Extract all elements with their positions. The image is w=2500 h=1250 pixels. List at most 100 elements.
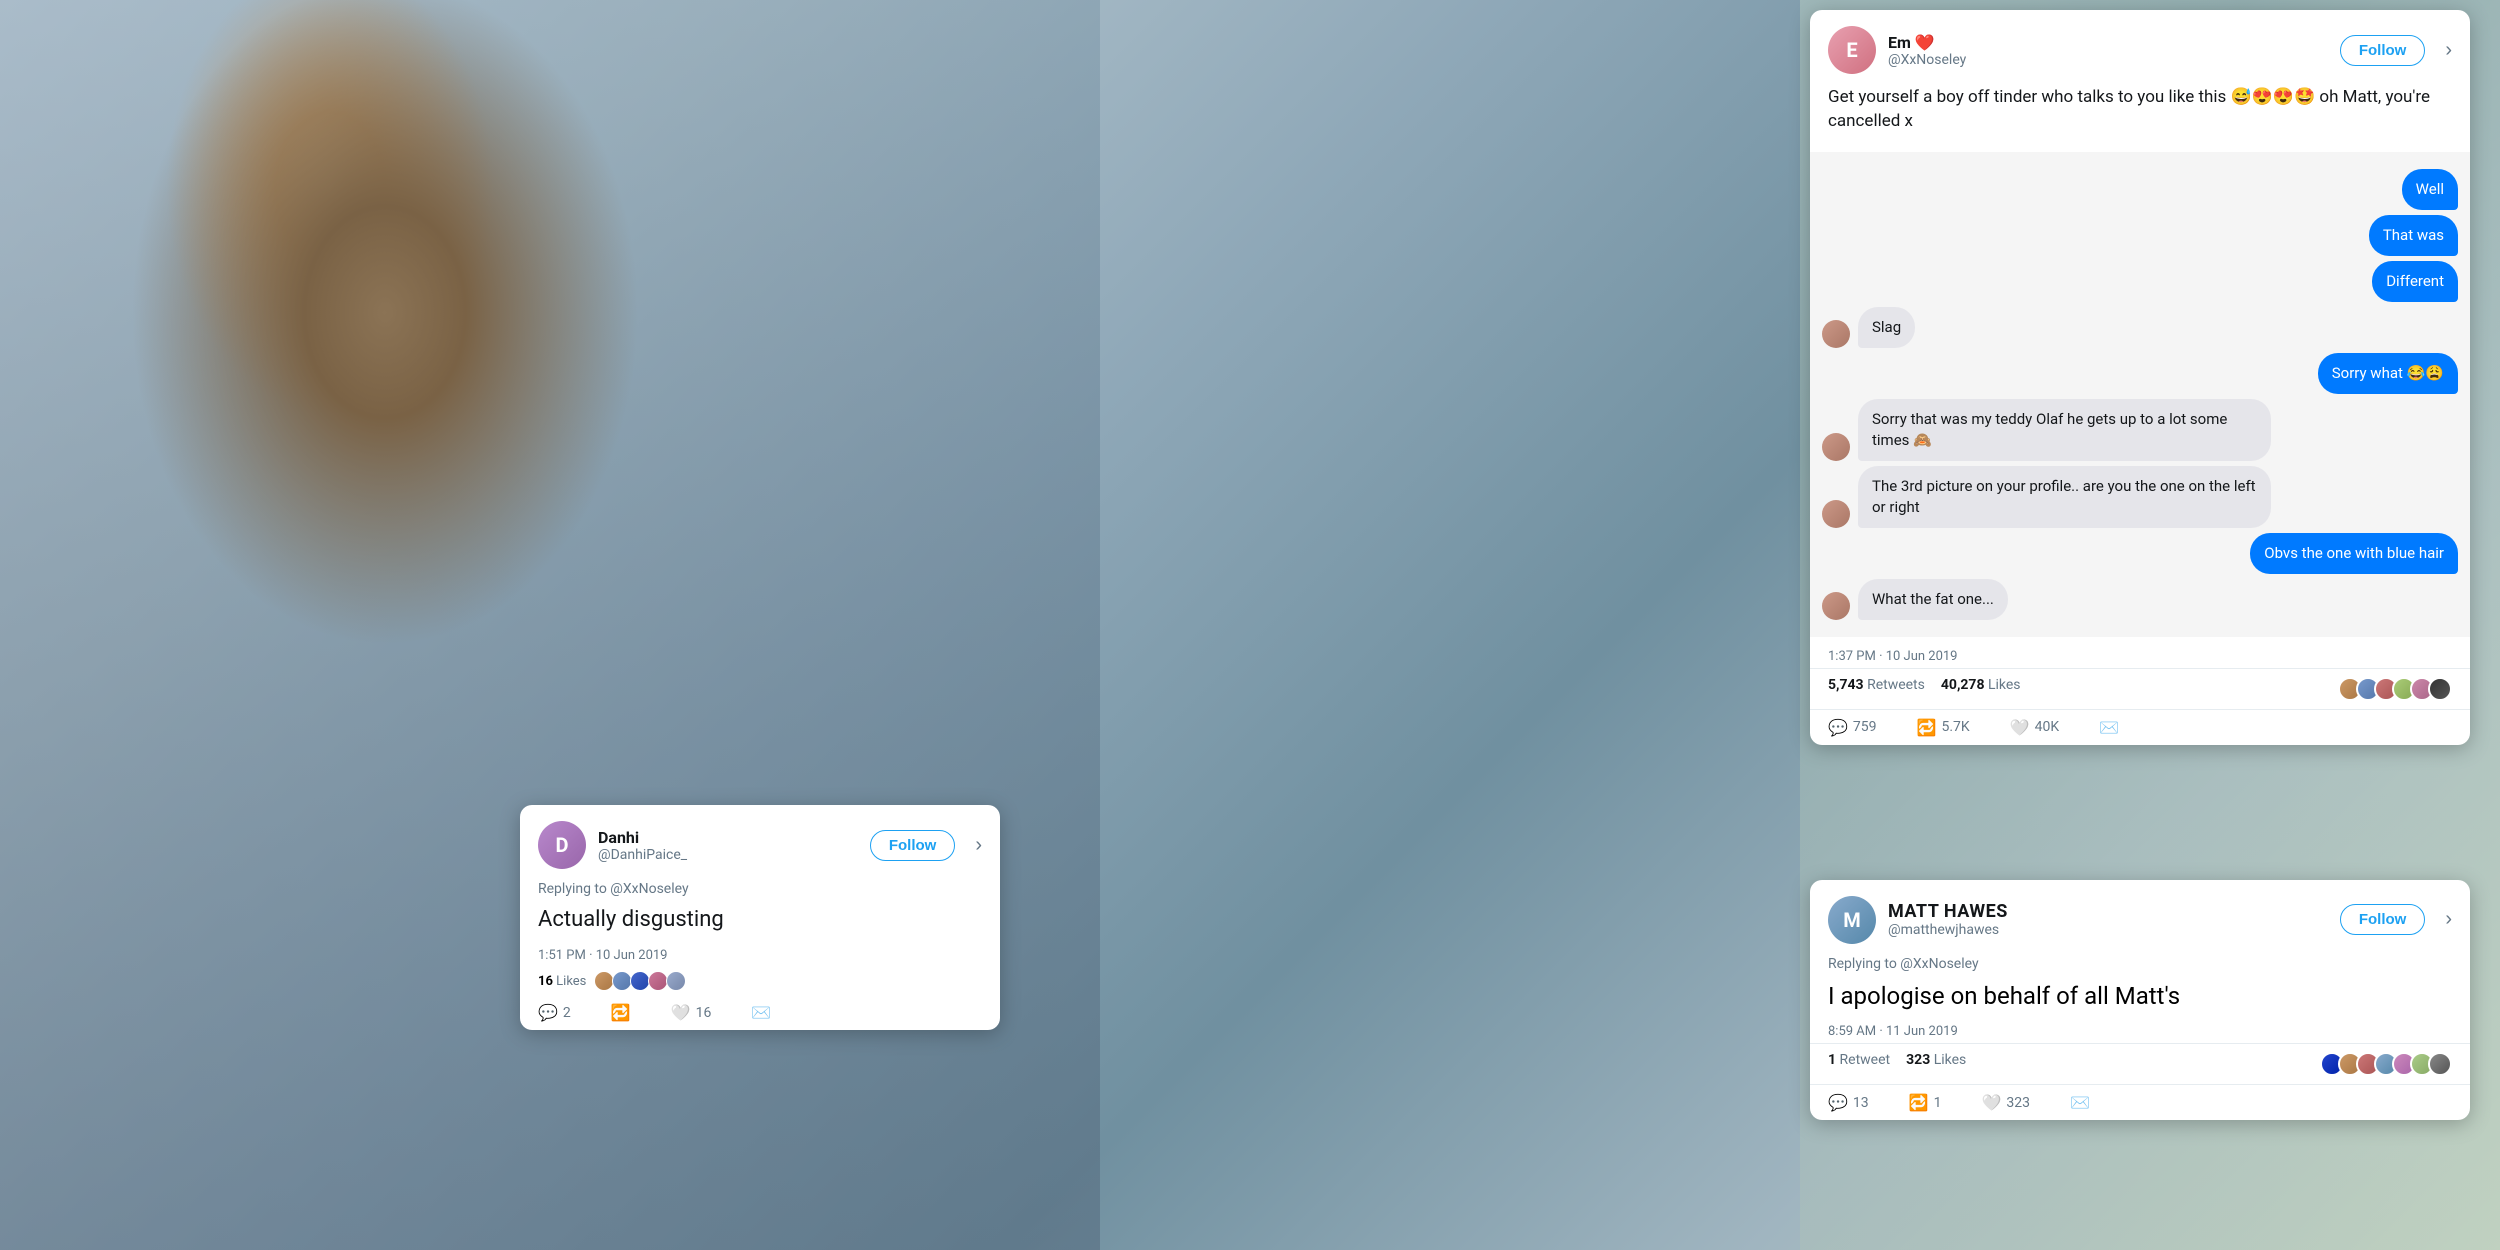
- matt-stats: 1 Retweet 323 Likes: [1810, 1043, 2470, 1085]
- like-icon: 🤍: [1981, 1093, 2001, 1112]
- danhi-like-count: 16: [696, 1005, 712, 1021]
- matt-avatar: M: [1828, 896, 1876, 944]
- matt-timestamp: 8:59 AM · 11 Jun 2019: [1810, 1020, 2470, 1043]
- msg-bubble-received: Slag: [1858, 307, 1915, 348]
- em-display-name: Em ❤️: [1888, 33, 2328, 52]
- msg-bubble-received: The 3rd picture on your profile.. are yo…: [1858, 466, 2271, 528]
- msg-row: The 3rd picture on your profile.. are yo…: [1822, 466, 2458, 528]
- msg-bubble-received: What the fat one...: [1858, 579, 2008, 620]
- em-reply-count: 759: [1853, 719, 1877, 735]
- danhi-header: D Danhi @DanhiPaice_ Follow ›: [520, 805, 1000, 877]
- matt-follow-button[interactable]: Follow: [2340, 904, 2426, 935]
- matt-retweet-action[interactable]: 🔁 1: [1909, 1093, 1942, 1112]
- msg-bubble-sent: That was: [2369, 215, 2458, 256]
- msg-row: Obvs the one with blue hair: [1822, 533, 2458, 574]
- danhi-reply-action[interactable]: 💬 2: [538, 1003, 571, 1022]
- danhi-actions: 💬 2 🔁 🤍 16 ✉️: [520, 995, 1000, 1030]
- matt-username: @matthewjhawes: [1888, 922, 2328, 938]
- em-more-button[interactable]: ›: [2445, 39, 2452, 62]
- em-reply-action[interactable]: 💬 759: [1828, 718, 1877, 737]
- danhi-username: @DanhiPaice_: [598, 847, 858, 863]
- msg-avatar: [1822, 500, 1850, 528]
- matt-likes-count: 323 Likes: [1906, 1052, 1966, 1076]
- danhi-user-info: Danhi @DanhiPaice_: [598, 828, 858, 863]
- em-username: @XxNoseley: [1888, 52, 2328, 68]
- matt-display-name: MATT HAWES: [1888, 901, 2328, 922]
- em-like-avatars: [2338, 677, 2452, 701]
- danhi-likes-row: 16 Likes: [520, 967, 1000, 995]
- msg-row: Sorry what 😂😩: [1822, 353, 2458, 394]
- matt-actions: 💬 13 🔁 1 🤍 323 ✉️: [1810, 1085, 2470, 1120]
- matt-retweet-count: 1: [1934, 1095, 1942, 1111]
- em-dm-action[interactable]: ✉️: [2099, 718, 2119, 737]
- danhi-dm-action[interactable]: ✉️: [751, 1003, 771, 1022]
- em-stats: 5,743 Retweets 40,278 Likes: [1810, 668, 2470, 710]
- danhi-display-name: Danhi: [598, 828, 858, 847]
- danhi-like-action[interactable]: 🤍 16: [671, 1003, 712, 1022]
- matt-tweet-text: I apologise on behalf of all Matt's: [1810, 972, 2470, 1020]
- danhi-follow-button[interactable]: Follow: [870, 830, 956, 861]
- reply-icon: 💬: [1828, 718, 1848, 737]
- danhi-more-button[interactable]: ›: [975, 834, 982, 857]
- matt-replying-to: Replying to @XxNoseley: [1810, 952, 2470, 972]
- danhi-avatar: D: [538, 821, 586, 869]
- retweet-icon: 🔁: [1917, 718, 1937, 737]
- matt-dm-action[interactable]: ✉️: [2070, 1093, 2090, 1112]
- msg-avatar: [1822, 433, 1850, 461]
- matt-like-action[interactable]: 🤍 323: [1981, 1093, 2030, 1112]
- like-icon: 🤍: [671, 1003, 691, 1022]
- dm-icon: ✉️: [751, 1003, 771, 1022]
- danhi-retweet-action[interactable]: 🔁: [611, 1003, 631, 1022]
- matt-retweet-count: 1 Retweet: [1828, 1052, 1890, 1076]
- em-user-info: Em ❤️ @XxNoseley: [1888, 33, 2328, 68]
- danhi-timestamp: 1:51 PM · 10 Jun 2019: [520, 944, 1000, 967]
- em-like-action[interactable]: 🤍 40K: [2010, 718, 2059, 737]
- em-retweet-count: 5,743 Retweets: [1828, 677, 1925, 701]
- msg-avatar: [1822, 320, 1850, 348]
- msg-bubble-sent: Well: [2402, 169, 2458, 210]
- main-photo: [0, 0, 1100, 1250]
- matt-like-count: 323: [2006, 1095, 2030, 1111]
- imessage-conversation: Well That was Different Slag Sorry what …: [1810, 152, 2470, 637]
- matt-reply-count: 13: [1853, 1095, 1869, 1111]
- em-avatar: E: [1828, 26, 1876, 74]
- danhi-likes-count: 16 Likes: [538, 974, 586, 989]
- em-likes-count: 40,278 Likes: [1941, 677, 2021, 701]
- em-tweet-body: Get yourself a boy off tinder who talks …: [1810, 82, 2470, 144]
- msg-row: What the fat one...: [1822, 579, 2458, 620]
- danhi-reply-count: 2: [563, 1005, 571, 1021]
- em-retweet-count: 5.7K: [1941, 719, 1969, 735]
- msg-row: Slag: [1822, 307, 2458, 348]
- em-timestamp: 1:37 PM · 10 Jun 2019: [1810, 645, 2470, 668]
- tweet-em-card: E Em ❤️ @XxNoseley Follow › Get yourself…: [1810, 10, 2470, 745]
- msg-bubble-received: Sorry that was my teddy Olaf he gets up …: [1858, 399, 2271, 461]
- tweet-em-header: E Em ❤️ @XxNoseley Follow ›: [1810, 10, 2470, 82]
- matt-like-avatars: [2320, 1052, 2452, 1076]
- retweet-icon: 🔁: [1909, 1093, 1929, 1112]
- em-follow-button[interactable]: Follow: [2340, 35, 2426, 66]
- matt-more-button[interactable]: ›: [2445, 908, 2452, 931]
- danhi-tweet-body: Actually disgusting: [520, 897, 1000, 944]
- retweet-icon: 🔁: [611, 1003, 631, 1022]
- msg-avatar: [1822, 592, 1850, 620]
- danhi-like-avatars: [594, 971, 686, 991]
- em-actions: 💬 759 🔁 5.7K 🤍 40K ✉️: [1810, 710, 2470, 745]
- msg-row: Well: [1822, 169, 2458, 210]
- danhi-replying-to: Replying to @XxNoseley: [520, 877, 1000, 897]
- em-retweet-action[interactable]: 🔁 5.7K: [1917, 718, 1970, 737]
- msg-bubble-sent: Different: [2372, 261, 2458, 302]
- msg-row: Different: [1822, 261, 2458, 302]
- msg-bubble-sent: Obvs the one with blue hair: [2250, 533, 2458, 574]
- reply-icon: 💬: [538, 1003, 558, 1022]
- msg-bubble-sent: Sorry what 😂😩: [2318, 353, 2458, 394]
- matt-user-info: MATT HAWES @matthewjhawes: [1888, 901, 2328, 938]
- msg-row: That was: [1822, 215, 2458, 256]
- msg-row: Sorry that was my teddy Olaf he gets up …: [1822, 399, 2458, 461]
- matt-reply-action[interactable]: 💬 13: [1828, 1093, 1869, 1112]
- heart-icon: ❤️: [1915, 33, 1935, 52]
- tweet-danhi-card: D Danhi @DanhiPaice_ Follow › Replying t…: [520, 805, 1000, 1030]
- dm-icon: ✉️: [2070, 1093, 2090, 1112]
- dm-icon: ✉️: [2099, 718, 2119, 737]
- matt-header: M MATT HAWES @matthewjhawes Follow ›: [1810, 880, 2470, 952]
- em-like-count: 40K: [2035, 719, 2060, 735]
